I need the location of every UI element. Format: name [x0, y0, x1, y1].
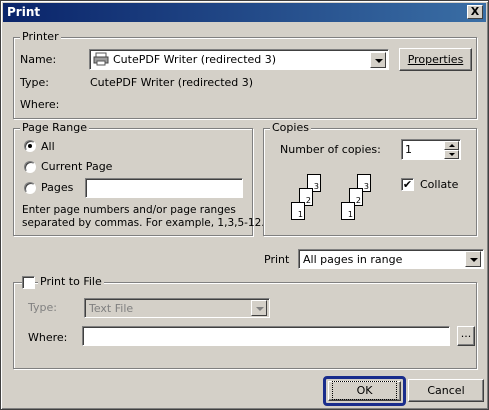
- printer-type-value: CutePDF Writer (redirected 3): [90, 76, 254, 89]
- radio-pages[interactable]: [24, 182, 36, 194]
- file-type-value: Text File: [89, 302, 134, 315]
- print-select-label: Print: [264, 253, 290, 266]
- ok-button[interactable]: OK: [328, 381, 401, 401]
- page-1-icon: 1: [341, 202, 355, 220]
- cancel-button[interactable]: Cancel: [408, 379, 484, 402]
- pages-label[interactable]: Pages: [41, 181, 73, 194]
- page-range-group: Page Range All Current Page Pages Enter …: [13, 121, 265, 236]
- checkmark-icon: ✔: [402, 178, 413, 191]
- spin-up-icon[interactable]: [444, 141, 459, 150]
- print-to-file-group: Print to File Type: Text File Where: ...: [13, 275, 477, 369]
- close-button[interactable]: X: [467, 5, 483, 19]
- printer-legend: Printer: [20, 30, 61, 44]
- number-of-copies-label: Number of copies:: [280, 143, 381, 156]
- copies-group: Copies Number of copies: 1 3 2 1 3 2 1 ✔…: [263, 121, 477, 236]
- radio-current-page[interactable]: [24, 161, 36, 173]
- collate-checkbox[interactable]: ✔: [401, 178, 414, 191]
- file-where-input[interactable]: [82, 326, 450, 346]
- cancel-label: Cancel: [427, 384, 465, 397]
- radio-all[interactable]: [24, 140, 36, 152]
- properties-button[interactable]: Properties: [399, 48, 472, 71]
- page-range-hint-line2: separated by commas. For example, 1,3,5-…: [22, 217, 265, 229]
- copies-legend: Copies: [270, 121, 311, 135]
- chevron-down-icon[interactable]: [370, 52, 386, 68]
- chevron-down-icon[interactable]: [251, 300, 267, 316]
- page-1-icon: 1: [291, 202, 305, 220]
- file-type-label: Type:: [28, 301, 57, 314]
- pages-input[interactable]: [85, 178, 243, 198]
- print-select[interactable]: All pages in range: [298, 249, 484, 269]
- print-select-value: All pages in range: [303, 253, 403, 266]
- file-type-select[interactable]: Text File: [84, 298, 270, 318]
- properties-label: Properties: [407, 53, 464, 66]
- file-where-label: Where:: [28, 331, 68, 344]
- type-label: Type:: [20, 76, 49, 89]
- title-bar[interactable]: Print X: [3, 3, 486, 22]
- chevron-down-icon[interactable]: [465, 251, 481, 267]
- window-title: Print: [7, 5, 41, 19]
- where-label: Where:: [20, 98, 60, 111]
- print-to-file-checkbox[interactable]: [22, 276, 35, 289]
- page-range-legend: Page Range: [20, 121, 89, 135]
- all-label[interactable]: All: [41, 140, 55, 153]
- current-page-label[interactable]: Current Page: [41, 160, 112, 173]
- browse-button[interactable]: ...: [457, 326, 475, 346]
- spin-down-icon[interactable]: [444, 150, 459, 159]
- page-range-hint-line1: Enter page numbers and/or page ranges: [22, 204, 236, 216]
- collate-label[interactable]: Collate: [420, 178, 458, 191]
- name-label: Name:: [20, 53, 57, 66]
- printer-name-select[interactable]: CutePDF Writer (redirected 3): [89, 49, 389, 70]
- close-icon: X: [470, 5, 480, 18]
- print-dialog: Print X Printer Name: CutePDF Writer (re…: [0, 0, 489, 410]
- copies-value: 1: [405, 143, 412, 156]
- browse-label: ...: [460, 327, 472, 340]
- ok-label: OK: [331, 381, 398, 400]
- copies-spinner[interactable]: 1: [401, 139, 461, 160]
- print-to-file-legend[interactable]: Print to File: [38, 275, 104, 289]
- printer-name-value: CutePDF Writer (redirected 3): [113, 53, 277, 66]
- printer-icon: [93, 52, 109, 66]
- printer-group: Printer Name: CutePDF Writer (redirected…: [13, 30, 477, 119]
